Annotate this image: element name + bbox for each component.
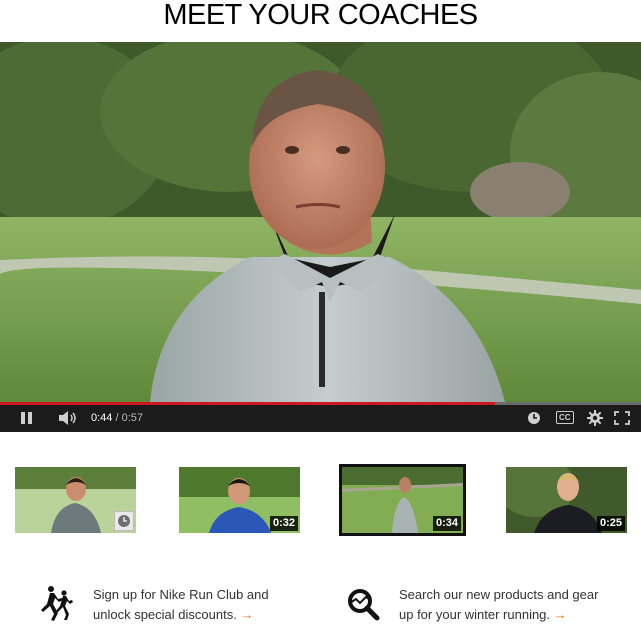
pause-button[interactable] [20, 409, 34, 426]
promo-run-club: Sign up for Nike Run Club and unlock spe… [93, 585, 333, 625]
runners-icon [37, 584, 75, 627]
captions-button[interactable]: CC [556, 409, 574, 426]
promo-line-2: up for your winter running. [399, 607, 551, 622]
time-display: 0:44 / 0:57 [91, 409, 143, 426]
promo-search-products: Search our new products and gear up for … [399, 585, 639, 625]
promo-arrow-link[interactable]: → [554, 607, 567, 622]
video-frame[interactable] [0, 42, 641, 402]
video-player[interactable]: 0:44 / 0:57 CC [0, 42, 641, 432]
watch-later-badge[interactable] [114, 511, 134, 531]
watch-later-button[interactable] [527, 409, 541, 426]
promo-line-1: Sign up for Nike Run Club and [93, 587, 269, 602]
settings-button[interactable] [587, 409, 603, 426]
playlist-thumbnail[interactable]: 0:25 [506, 467, 627, 533]
progress-played [0, 402, 495, 405]
player-controls: 0:44 / 0:57 CC [0, 402, 641, 432]
promo-line-2: unlock special discounts. [93, 607, 237, 622]
fullscreen-icon [614, 410, 630, 425]
playlist-thumbnail-active[interactable]: 0:34 [339, 464, 466, 536]
volume-icon [59, 410, 76, 425]
captions-icon: CC [556, 411, 574, 424]
watch-later-icon [528, 411, 540, 424]
playlist-thumbnail[interactable]: 0:32 [179, 467, 300, 533]
duration: 0:57 [121, 411, 144, 424]
duration-badge: 0:32 [269, 516, 298, 531]
duration-badge: 0:34 [432, 516, 461, 531]
clock-icon [118, 515, 130, 527]
settings-icon [587, 409, 603, 426]
duration-badge: 0:25 [596, 516, 625, 531]
current-time: 0:44 [91, 411, 113, 424]
progress-bar[interactable] [0, 402, 641, 405]
pause-icon [21, 411, 32, 424]
fullscreen-button[interactable] [614, 409, 630, 426]
page-title: MEET YOUR COACHES [163, 0, 478, 31]
volume-button[interactable] [58, 409, 78, 426]
search-icon [344, 587, 382, 626]
playlist-thumbnail[interactable] [15, 467, 136, 533]
promo-line-1: Search our new products and gear [399, 587, 599, 602]
promo-arrow-link[interactable]: → [240, 607, 253, 622]
time-separator: / [115, 411, 119, 424]
